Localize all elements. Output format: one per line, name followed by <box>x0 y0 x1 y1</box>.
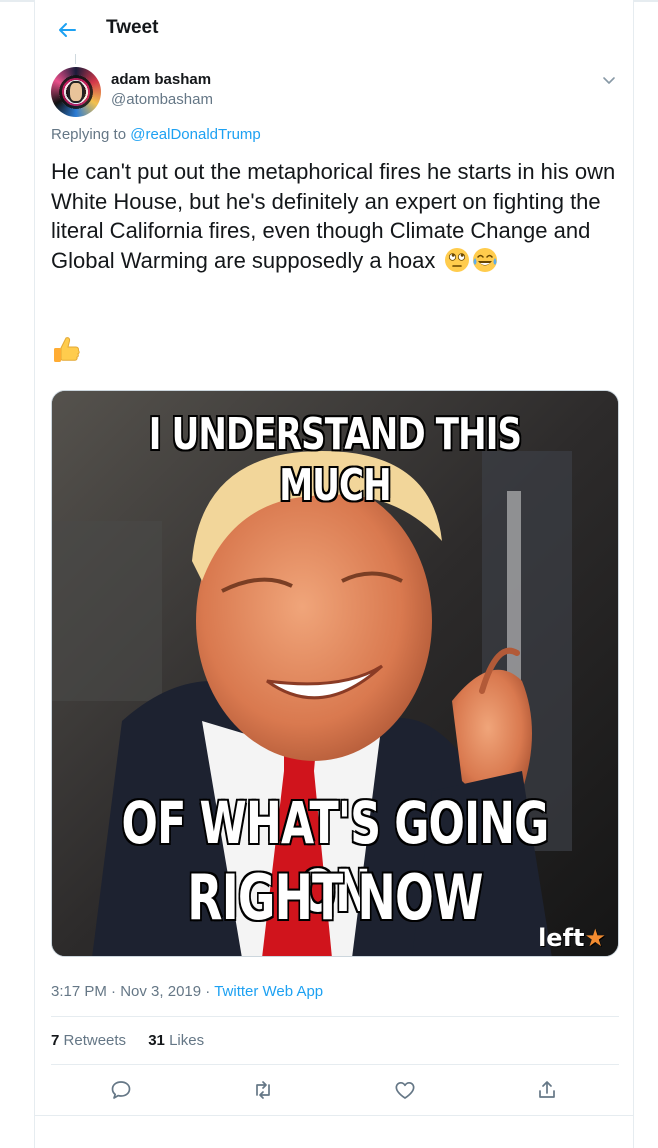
retweets-count: 7 <box>51 1032 60 1049</box>
tweet-meta: 3:17 PM · Nov 3, 2019 · Twitter Web App <box>51 983 323 1000</box>
avatar[interactable] <box>51 67 101 117</box>
meme-top-caption: I UNDERSTAND THIS MUCH <box>148 408 523 512</box>
page-title: Tweet <box>106 17 159 38</box>
page-header: Tweet <box>35 2 633 54</box>
face-with-tears-of-joy-icon <box>472 247 497 272</box>
meme-bottom-caption-2: RIGHT NOW <box>186 860 484 935</box>
divider <box>35 1115 633 1116</box>
mention-link[interactable]: @realDonaldTrump <box>130 126 261 143</box>
tweet-column: Tweet adam basham @atombasham Replying t… <box>34 0 634 1148</box>
thread-line <box>75 54 76 64</box>
divider <box>51 1016 619 1017</box>
tweet-text: He can't put out the metaphorical fires … <box>51 157 619 275</box>
replying-to: Replying to @realDonaldTrump <box>51 126 261 143</box>
thumbs-up-icon <box>54 337 80 362</box>
reply-icon[interactable] <box>109 1078 133 1102</box>
retweet-icon[interactable] <box>251 1078 275 1102</box>
author-handle[interactable]: @atombasham <box>111 91 213 108</box>
watermark-text: left <box>538 924 585 952</box>
divider <box>51 1064 619 1065</box>
likes-label: Likes <box>169 1032 205 1049</box>
tweet-source[interactable]: Twitter Web App <box>214 983 323 1000</box>
action-bar <box>35 1076 633 1106</box>
arrow-left-icon[interactable] <box>55 18 79 42</box>
image-watermark: left★ <box>538 924 606 952</box>
tweet-body: He can't put out the metaphorical fires … <box>51 159 616 273</box>
share-icon[interactable] <box>535 1078 559 1102</box>
like-icon[interactable] <box>393 1078 417 1102</box>
likes-stat[interactable]: 31 Likes <box>148 1032 204 1049</box>
meta-dot: · <box>205 983 215 1000</box>
star-icon: ★ <box>584 924 606 952</box>
author-name[interactable]: adam basham <box>111 71 211 88</box>
likes-count: 31 <box>148 1032 165 1049</box>
retweets-label: Retweets <box>63 1032 127 1049</box>
face-with-rolling-eyes-icon <box>444 247 469 272</box>
tweet-time[interactable]: 3:17 PM <box>51 983 107 1000</box>
replying-prefix: Replying to <box>51 126 127 143</box>
retweets-stat[interactable]: 7 Retweets <box>51 1032 126 1049</box>
tweet-date[interactable]: Nov 3, 2019 <box>120 983 201 1000</box>
tweet-image[interactable]: I UNDERSTAND THIS MUCH OF WHAT'S GOING O… <box>51 390 619 957</box>
tweet-stats: 7 Retweets 31 Likes <box>51 1032 204 1049</box>
chevron-down-icon[interactable] <box>601 72 617 88</box>
meta-dot: · <box>111 983 121 1000</box>
